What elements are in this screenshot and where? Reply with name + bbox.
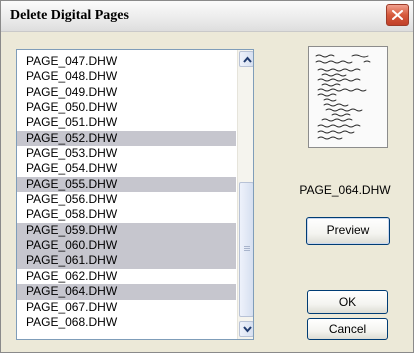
dialog-title: Delete Digital Pages [10,8,129,23]
list-item[interactable]: PAGE_059.DHW [17,222,236,239]
thumb-grip [244,250,250,251]
list-item[interactable]: PAGE_056.DHW [17,192,236,207]
list-item[interactable]: PAGE_064.DHW [17,284,236,300]
list-item[interactable]: PAGE_053.DHW [17,146,236,161]
list-item[interactable]: PAGE_060.DHW [17,238,236,254]
list-item[interactable]: PAGE_067.DHW [17,300,236,315]
scroll-up-button[interactable] [239,51,253,67]
preview-button[interactable]: Preview [306,217,390,245]
pages-listbox[interactable]: PAGE_047.DHW PAGE_048.DHW PAGE_049.DHW PAGE… [16,49,254,340]
close-button[interactable] [386,4,409,26]
close-icon [392,10,403,20]
scrollbar-thumb[interactable] [239,182,253,317]
preview-page-name: PAGE_064.DHW [299,183,391,197]
handwritten-page-image [315,54,371,140]
scroll-down-button[interactable] [239,321,253,337]
list-item[interactable]: PAGE_049.DHW [17,85,236,100]
thumb-grip [244,248,250,249]
thumb-grip [244,246,250,247]
dialog-body: PAGE_047.DHW PAGE_048.DHW PAGE_049.DHW PAGE… [1,32,413,352]
list-item[interactable]: PAGE_048.DHW [17,69,236,84]
ok-button[interactable]: OK [307,290,388,314]
list-item[interactable]: PAGE_062.DHW [17,269,236,284]
chevron-down-icon [243,326,252,333]
list-item[interactable]: PAGE_050.DHW [17,100,236,115]
list-item[interactable]: PAGE_058.DHW [17,207,236,222]
list-item[interactable]: PAGE_052.DHW [17,130,236,147]
page-preview-thumbnail [308,46,388,148]
title-bar[interactable]: Delete Digital Pages [1,1,413,32]
pages-list: PAGE_047.DHW PAGE_048.DHW PAGE_049.DHW PAGE… [17,54,236,330]
delete-pages-dialog: Delete Digital Pages PAGE_047.DHW PAGE_04… [0,0,414,353]
list-item[interactable]: PAGE_055.DHW [17,176,236,193]
list-item[interactable]: PAGE_068.DHW [17,315,236,330]
vertical-scrollbar[interactable] [237,50,253,339]
list-item[interactable]: PAGE_047.DHW [17,54,236,69]
list-item[interactable]: PAGE_061.DHW [17,253,236,269]
cancel-button[interactable]: Cancel [307,318,388,340]
list-item[interactable]: PAGE_054.DHW [17,161,236,176]
list-item[interactable]: PAGE_051.DHW [17,115,236,130]
chevron-up-icon [243,56,252,63]
